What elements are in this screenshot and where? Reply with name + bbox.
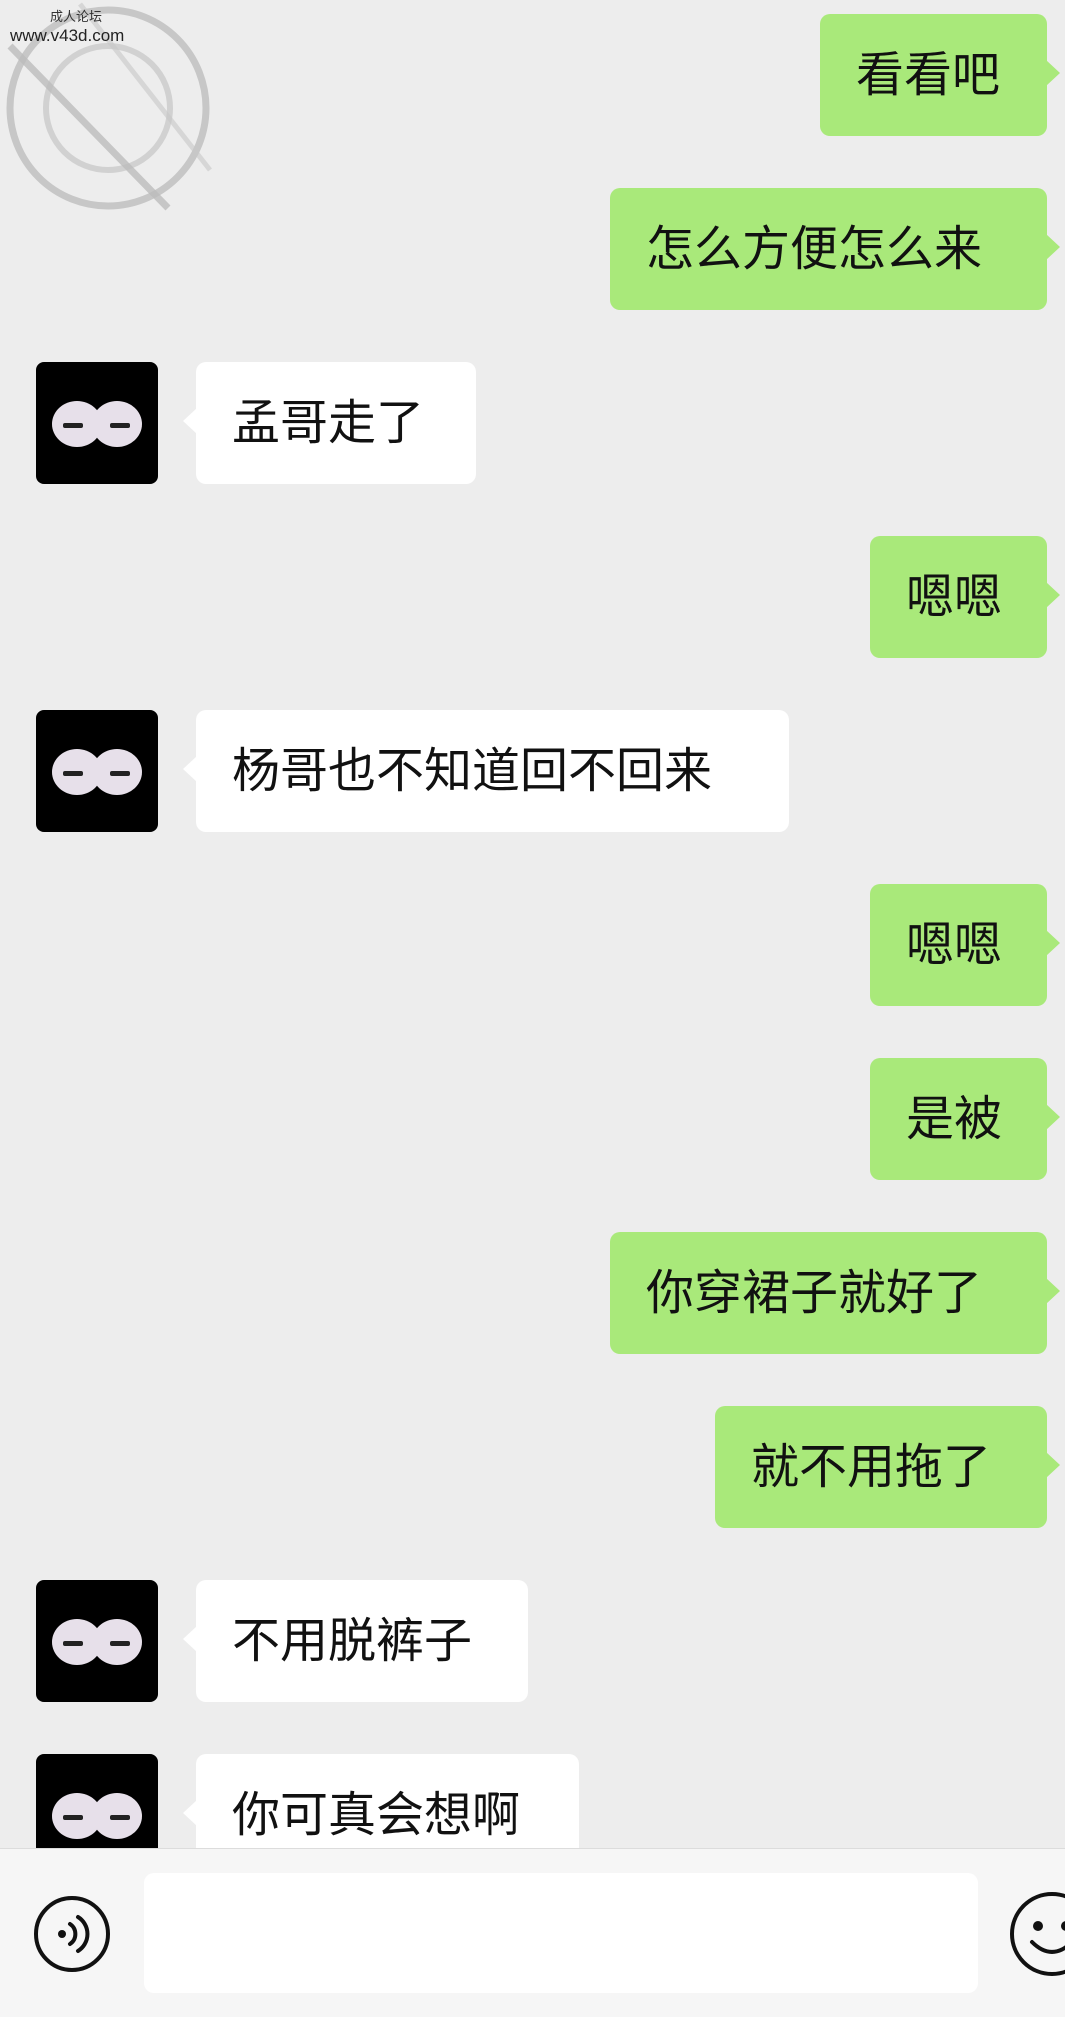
eyes-avatar-icon	[52, 401, 142, 447]
message-bubble-received[interactable]: 杨哥也不知道回不回来	[183, 710, 789, 832]
message-bubble-received[interactable]: 你可真会想啊	[183, 1754, 579, 1848]
eyes-avatar-icon	[52, 749, 142, 795]
message-bubble-received[interactable]: 不用脱裤子	[183, 1580, 528, 1702]
eyes-avatar-icon	[52, 1619, 142, 1665]
contact-avatar[interactable]	[36, 710, 158, 832]
message-bubble-sent[interactable]: 你穿裙子就好了	[610, 1232, 1060, 1354]
voice-icon[interactable]	[32, 1894, 112, 1974]
message-bubble-sent[interactable]: 嗯嗯	[870, 536, 1060, 658]
message-bubble-sent[interactable]: 看看吧	[820, 14, 1060, 136]
message-bubble-sent[interactable]: 嗯嗯	[870, 884, 1060, 1006]
contact-avatar[interactable]	[36, 1580, 158, 1702]
watermark-site: www.v43d.com	[10, 26, 125, 45]
contact-avatar[interactable]	[36, 362, 158, 484]
message-bubble-sent[interactable]: 是被	[870, 1058, 1060, 1180]
contact-avatar[interactable]	[36, 1754, 158, 1848]
eyes-avatar-icon	[52, 1793, 142, 1839]
watermark: 成人论坛 www.v43d.com	[0, 0, 220, 220]
input-bar	[0, 1848, 1065, 2017]
watermark-forum-label: 成人论坛	[50, 10, 103, 25]
chat-area[interactable]: 看看吧 怎么方便怎么来 孟哥走了 嗯嗯 杨哥也不知道回不回来 嗯嗯 是被 你穿裙…	[0, 0, 1065, 1848]
message-input[interactable]	[144, 1873, 978, 1993]
message-bubble-sent[interactable]: 就不用拖了	[715, 1406, 1060, 1528]
message-bubble-received[interactable]: 孟哥走了	[183, 362, 476, 484]
emoji-icon[interactable]	[1008, 1890, 1065, 1978]
message-bubble-sent[interactable]: 怎么方便怎么来	[610, 188, 1060, 310]
